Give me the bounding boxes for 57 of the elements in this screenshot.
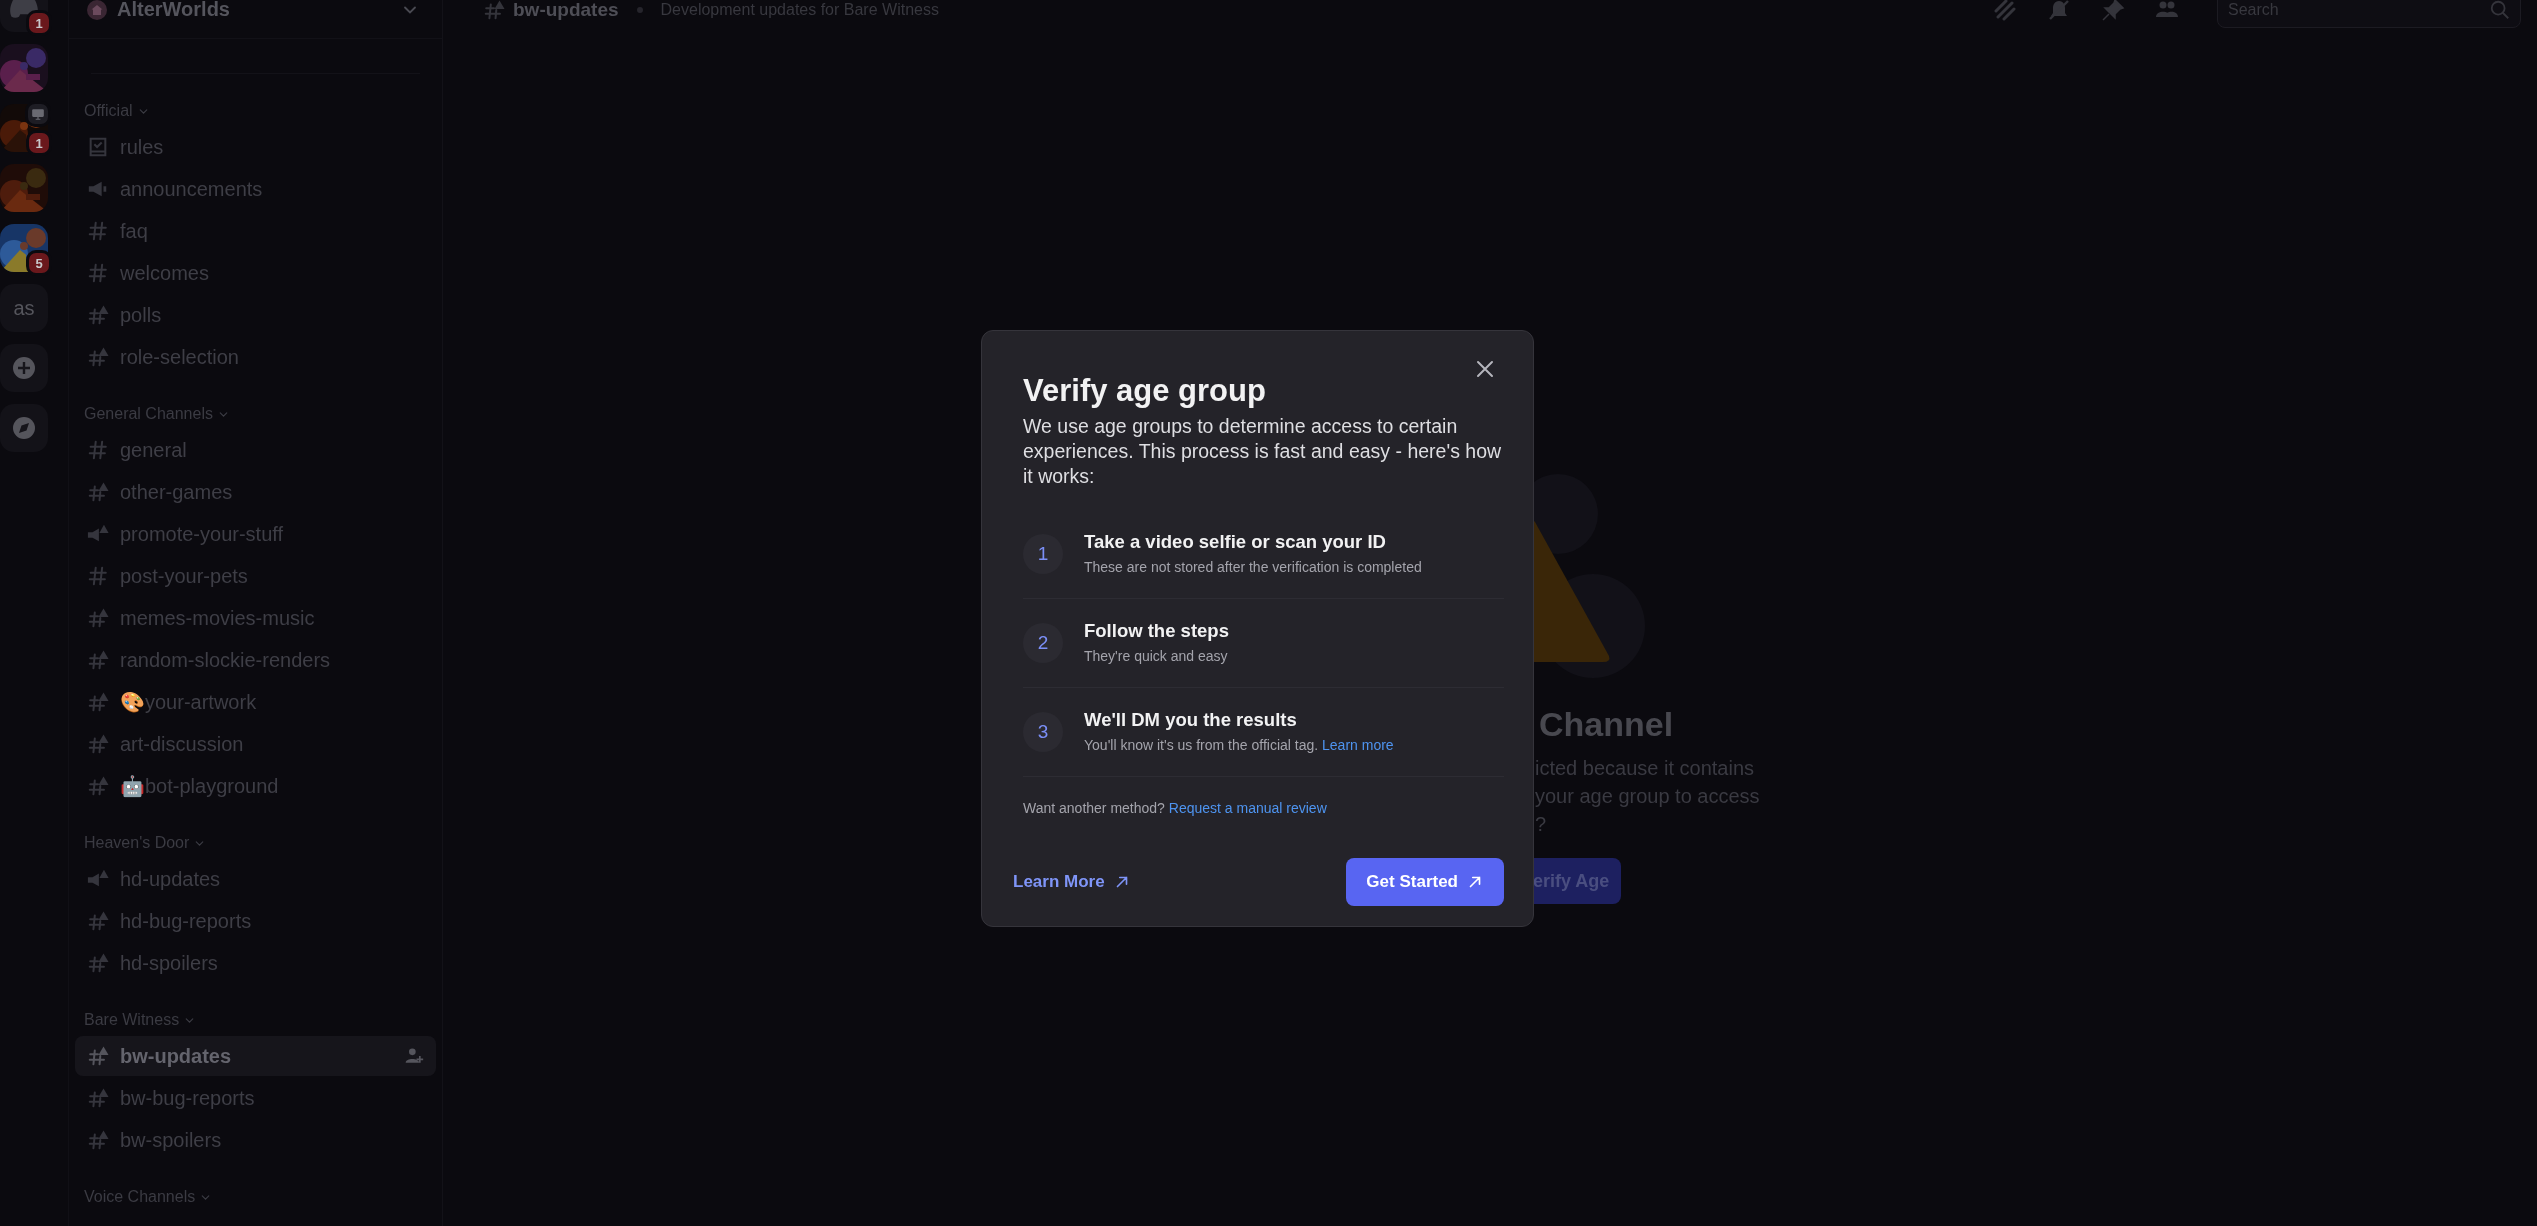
discover-button[interactable] (0, 404, 48, 452)
step-title: We'll DM you the results (1084, 709, 1298, 731)
step-description: You'll know it's us from the official tag. Learn more (1084, 736, 1394, 755)
learn-more-button[interactable]: Learn More (1013, 866, 1131, 898)
step-number: 1 (1023, 534, 1063, 574)
hash-warning-icon (87, 607, 109, 629)
hash-warning-icon (87, 481, 109, 503)
hash-warning-icon (87, 1045, 109, 1067)
server-button[interactable]: as (0, 284, 48, 332)
hash-icon (87, 439, 109, 461)
monitor-icon (31, 107, 45, 121)
step-description: These are not stored after the verification is completed (1084, 558, 1422, 577)
hash-warning-icon (87, 733, 109, 755)
checklist-icon (87, 136, 109, 158)
search-icon (2489, 0, 2511, 21)
house-icon (91, 4, 103, 16)
hash-icon (87, 262, 109, 284)
server-name[interactable]: AlterWorlds (117, 0, 390, 18)
hash-warning-icon (87, 1129, 109, 1151)
pin-icon[interactable] (2101, 0, 2125, 22)
hash-warning-icon (87, 691, 109, 713)
restricted-title: Channel (1538, 705, 1674, 744)
get-started-button[interactable]: Get Started (1346, 858, 1504, 906)
learn-more-link[interactable]: Learn more (1322, 737, 1394, 753)
hash-warning-icon (87, 952, 109, 974)
step-title: Take a video selfie or scan your ID (1084, 531, 1387, 553)
unread-badge: 1 (26, 10, 52, 36)
unread-badge: 5 (26, 250, 52, 276)
hash-icon (87, 220, 109, 242)
dialog-title: Verify age group (1023, 373, 1267, 409)
hash-warning-icon (87, 775, 109, 797)
restricted-text: ? (1535, 812, 1548, 837)
threads-icon[interactable] (1993, 0, 2017, 22)
channel-title: bw-updates (513, 0, 619, 21)
hash-warning-icon (87, 304, 109, 326)
channel-item[interactable]: 🎨your-artwork (75, 682, 436, 722)
compass-icon (12, 416, 36, 440)
alternative-method-text: Want another method? Request a manual review (1023, 799, 1328, 817)
hash-warning-icon (87, 649, 109, 671)
mute-icon[interactable] (2047, 0, 2071, 22)
hash-warning-icon (87, 1087, 109, 1109)
step-description: They're quick and easy (1084, 647, 1229, 666)
hash-warning-icon (87, 910, 109, 932)
dialog-description: We use age groups to determine access to certain experiences. This process is fast and easy - here's how it works: (1023, 414, 1503, 489)
unread-badge: 1 (26, 130, 52, 156)
step-title: Follow the steps (1084, 620, 1229, 642)
add-server-button[interactable] (0, 344, 48, 392)
hash-icon (87, 565, 109, 587)
plus-icon (12, 356, 36, 380)
hash-warning-icon (483, 0, 505, 21)
channel-item[interactable]: 🤖bot-playground (75, 766, 436, 806)
add-member-icon (404, 1046, 424, 1066)
step-number: 3 (1023, 712, 1063, 752)
channel-item[interactable]: bw-updates (75, 1036, 436, 1076)
hash-warning-icon (87, 346, 109, 368)
manual-review-link[interactable]: Request a manual review (1168, 800, 1327, 816)
step-number: 2 (1023, 623, 1063, 663)
